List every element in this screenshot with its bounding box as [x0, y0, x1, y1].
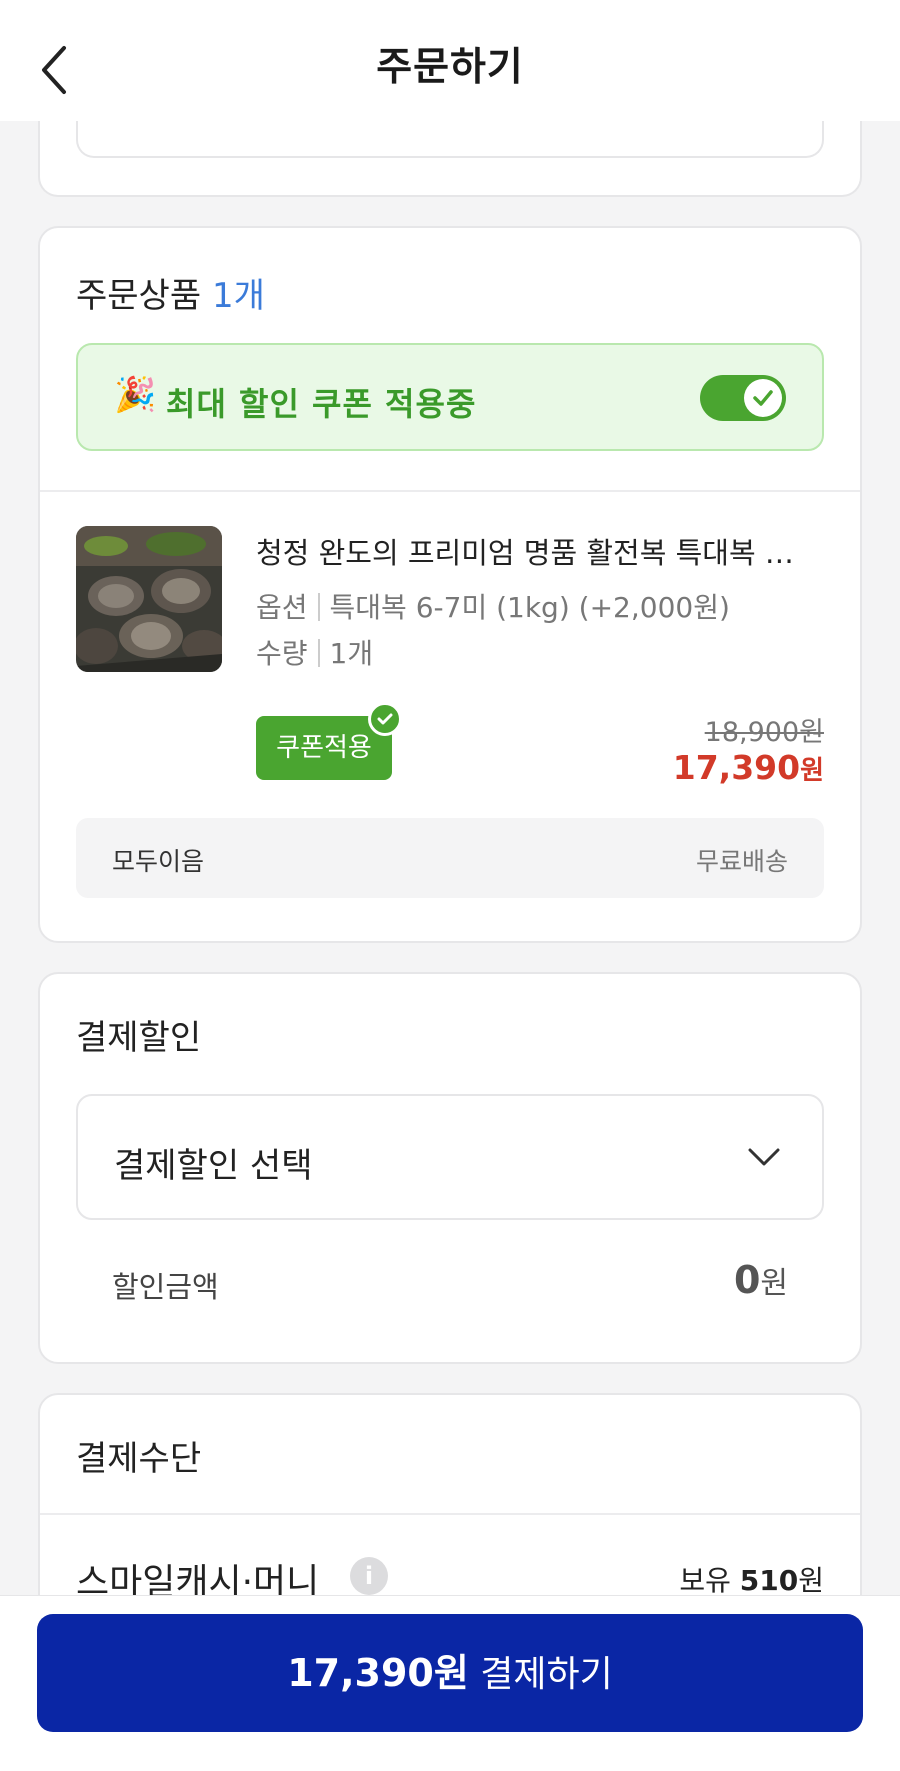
party-popper-icon: 🎉	[114, 375, 157, 415]
shipping-fee: 무료배송	[695, 847, 788, 876]
payment-method-title: 결제수단	[76, 1439, 202, 1479]
divider	[40, 1513, 860, 1515]
sale-price-value: 17,390	[672, 748, 801, 787]
qty-label: 수량	[256, 637, 308, 670]
original-price: 18,900원	[704, 717, 824, 748]
divider	[40, 490, 860, 492]
page-title: 주문하기	[376, 45, 524, 90]
info-icon[interactable]: i	[350, 1557, 388, 1595]
top-header: 주문하기	[0, 0, 900, 121]
pay-button-amount: 17,390원	[287, 1651, 469, 1695]
coupon-toggle[interactable]	[700, 375, 786, 421]
pay-button[interactable]: 17,390원 결제하기	[37, 1614, 863, 1732]
coupon-banner-text: 최대 할인 쿠폰 적용중	[166, 385, 477, 423]
discount-amount-unit: 원	[760, 1266, 788, 1301]
sale-price: 17,390원	[673, 748, 824, 787]
order-items-title: 주문상품 1개	[76, 268, 265, 317]
bottom-action-bar: 17,390원 결제하기	[0, 1595, 900, 1771]
product-option-row: 옵션 특대복 6-7미 (1kg) (+2,000원)	[256, 586, 730, 626]
coupon-check-icon	[368, 702, 402, 736]
qty-value: 1개	[329, 637, 374, 670]
pay-button-label: 결제하기	[468, 1654, 613, 1695]
product-thumbnail[interactable]	[76, 526, 222, 672]
payment-discount-card: 결제할인 결제할인 선택 할인금액 0원	[38, 972, 862, 1364]
toggle-knob	[744, 379, 782, 417]
shipping-info-box: 모두이음 무료배송	[76, 818, 824, 898]
discount-amount-label: 할인금액	[112, 1270, 219, 1304]
product-qty-row: 수량 1개	[256, 632, 373, 672]
separator	[317, 593, 320, 621]
separator	[317, 639, 320, 667]
max-coupon-banner: 🎉 최대 할인 쿠폰 적용중	[76, 343, 824, 451]
order-items-title-text: 주문상품	[76, 276, 202, 316]
balance-value: 510	[739, 1564, 799, 1597]
sale-price-unit: 원	[800, 756, 824, 786]
balance-prefix: 보유	[679, 1564, 740, 1597]
discount-amount-value: 0	[733, 1258, 761, 1302]
balance: 보유 510원	[679, 1559, 824, 1599]
option-value: 특대복 6-7미 (1kg) (+2,000원)	[329, 591, 730, 624]
discount-title: 결제할인	[76, 1018, 202, 1058]
seller-name: 모두이음	[112, 847, 205, 876]
product-name[interactable]: 청정 완도의 프리미엄 명품 활전복 특대복 …	[256, 530, 826, 572]
discount-select[interactable]: 결제할인 선택	[76, 1094, 824, 1220]
balance-unit: 원	[798, 1564, 824, 1597]
option-label: 옵션	[256, 591, 308, 624]
check-icon	[753, 390, 773, 406]
discount-amount: 0원	[734, 1258, 788, 1302]
chevron-down-icon	[746, 1142, 782, 1172]
order-items-card: 주문상품 1개 🎉 최대 할인 쿠폰 적용중 청정 완도의 프리미엄 명품 활전…	[38, 226, 862, 943]
discount-select-label: 결제할인 선택	[114, 1146, 313, 1186]
order-items-count: 1개	[211, 276, 265, 316]
